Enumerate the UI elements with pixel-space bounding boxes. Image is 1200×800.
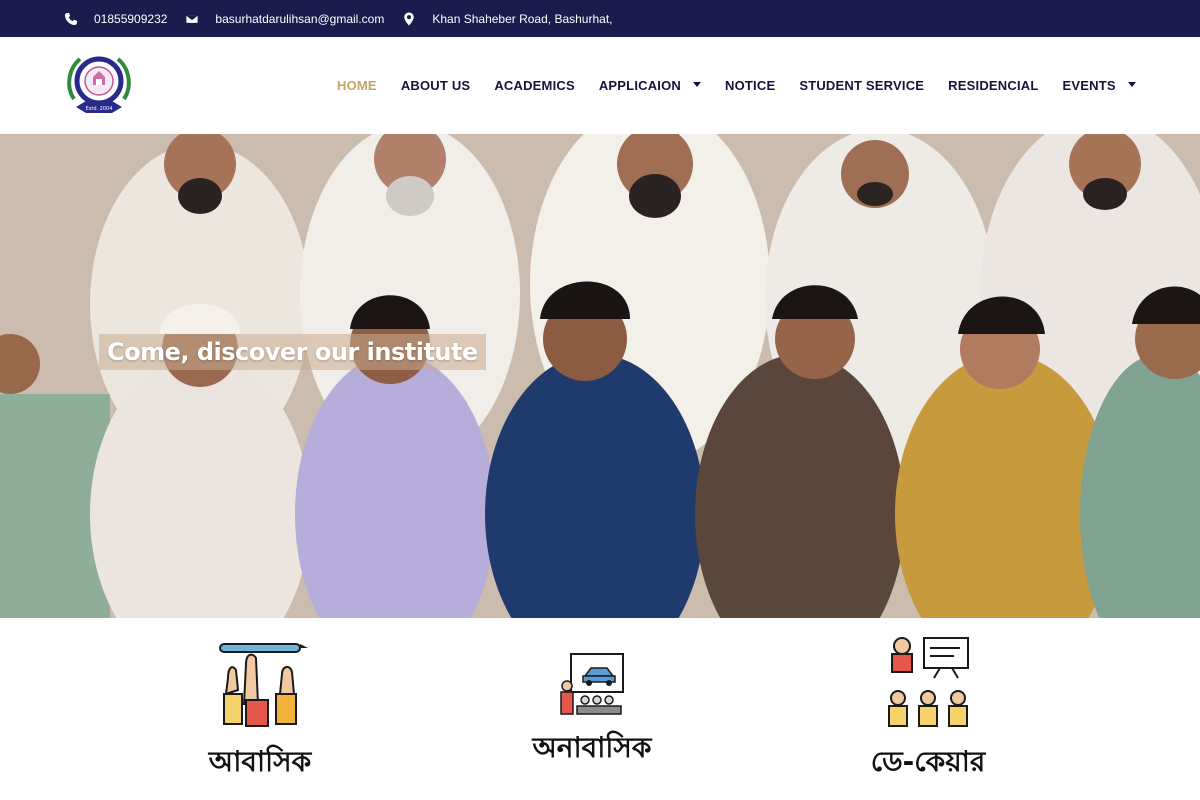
raised-hands-icon (219, 643, 308, 727)
nav-academics[interactable]: ACADEMICS (494, 78, 575, 93)
nav-residencial-label: RESIDENCIAL (948, 78, 1039, 93)
main-navigation: HOME ABOUT US ACADEMICS APPLICAION NOTIC… (337, 37, 1160, 134)
site-logo[interactable]: Estd. 2004 (62, 47, 136, 121)
nav-application-label: APPLICAION (598, 78, 682, 93)
feature-residential[interactable]: আবাসিক (170, 634, 350, 787)
email-info[interactable]: basurhatdarulihsan@gmail.com (185, 12, 384, 26)
hero-banner: Come, discover our institute (0, 134, 1200, 618)
map-marker-icon (402, 11, 416, 26)
feature-day-care-label: ডে-কেয়ার (870, 745, 986, 778)
hero-title: Come, discover our institute (99, 334, 486, 370)
nav-events-label: EVENTS (1062, 78, 1116, 93)
envelope-icon (185, 12, 200, 26)
nav-student-service-label: STUDENT SERVICE (799, 78, 925, 93)
feature-residential-label: আবাসিক (208, 745, 312, 778)
teacher-students-icon (888, 637, 969, 727)
phone-icon (64, 12, 78, 26)
feature-non-residential-label: অনাবাসিক (532, 731, 652, 764)
phone-number: 01855909232 (94, 11, 168, 26)
nav-notice[interactable]: NOTICE (725, 78, 775, 93)
nav-home[interactable]: HOME (337, 78, 377, 93)
nav-residencial[interactable]: RESIDENCIAL (948, 78, 1038, 93)
address-info: Khan Shaheber Road, Bashurhat, (402, 11, 613, 26)
nav-home-label: HOME (337, 78, 377, 93)
nav-notice-label: NOTICE (725, 78, 776, 93)
nav-application[interactable]: APPLICAION (598, 78, 702, 93)
feature-day-care[interactable]: ডে-কেয়ার (838, 634, 1018, 787)
logo-est-text: Estd. 2004 (86, 106, 113, 112)
nav-about-label: ABOUT US (400, 78, 471, 93)
hero-group-photo (0, 134, 1200, 618)
site-header: Estd. 2004 HOME ABOUT US ACADEMICS APPLI… (0, 37, 1200, 134)
features-section: আবাসিক অনাবাসিক ডে-কেয়ার (0, 618, 1200, 800)
phone-info[interactable]: 01855909232 (64, 12, 167, 26)
chevron-down-icon (1127, 81, 1136, 90)
top-info-bar: 01855909232 basurhatdarulihsan@gmail.com… (0, 0, 1200, 37)
nav-about-us[interactable]: ABOUT US (401, 78, 471, 93)
feature-non-residential[interactable]: অনাবাসিক (502, 650, 682, 773)
nav-events[interactable]: EVENTS (1063, 78, 1136, 93)
address-text: Khan Shaheber Road, Bashurhat, (432, 11, 613, 26)
email-address: basurhatdarulihsan@gmail.com (215, 11, 385, 26)
nav-student-service[interactable]: STUDENT SERVICE (799, 78, 924, 93)
classroom-presentation-icon (560, 653, 624, 715)
chevron-down-icon (693, 81, 702, 90)
nav-academics-label: ACADEMICS (494, 78, 575, 93)
